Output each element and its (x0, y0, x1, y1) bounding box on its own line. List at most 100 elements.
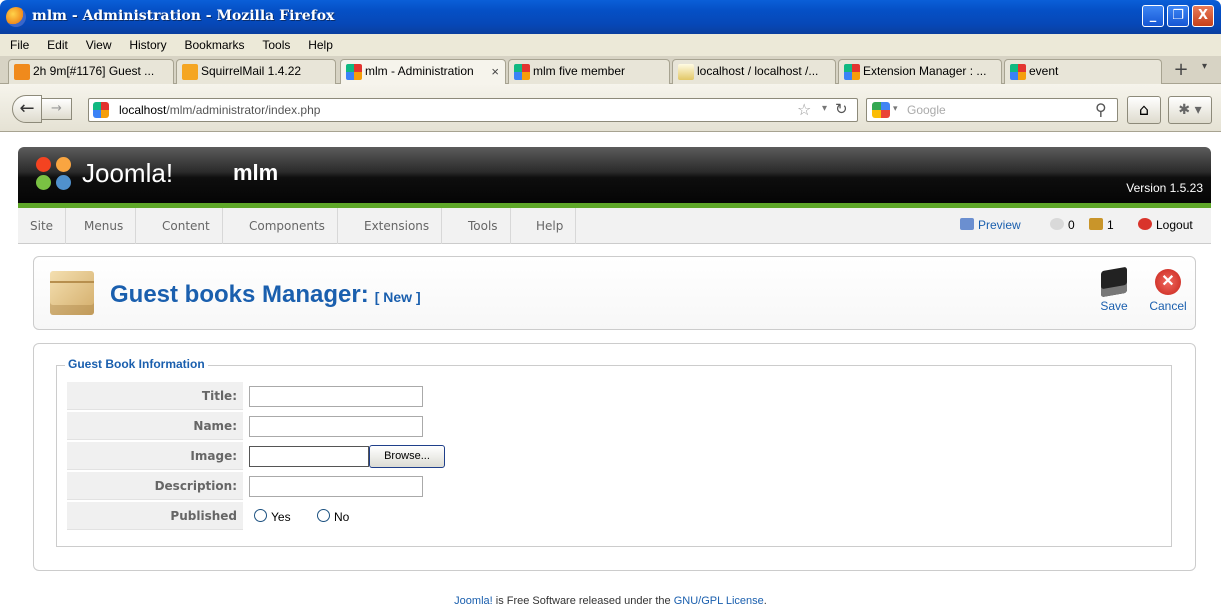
messages-count-label: 0 (1068, 218, 1075, 232)
page-title: Guest books Manager: [ New ] (110, 281, 421, 309)
admin-menu-components[interactable]: Components (237, 208, 338, 244)
description-row: Description: (67, 472, 1163, 502)
admin-menu-content[interactable]: Content (150, 208, 223, 244)
tab-bar: 2h 9m[#1176] Guest ... SquirrelMail 1.4.… (0, 56, 1221, 84)
address-path: /mlm/administrator/index.php (166, 103, 321, 117)
users-icon (1089, 218, 1103, 230)
preview-link[interactable]: Preview (960, 208, 1021, 244)
page-content: Joomla! mlm Version 1.5.23 Site Menus Co… (0, 133, 1221, 610)
image-file-input[interactable] (249, 446, 369, 467)
navigation-bar: ← → localhost/mlm/administrator/index.ph… (0, 84, 1221, 132)
footer-text: is Free Software released under the (492, 595, 674, 607)
gpl-license-link[interactable]: GNU/GPL License (674, 595, 764, 607)
close-window-button[interactable]: X (1192, 5, 1214, 27)
search-engine-dropdown-icon[interactable]: ▾ (893, 104, 898, 114)
tab-phpmyadmin[interactable]: localhost / localhost /... (672, 59, 836, 84)
save-button[interactable]: Save (1092, 266, 1136, 313)
page-title-text: Guest books Manager: (110, 281, 369, 308)
bookmark-star-icon[interactable]: ☆ (797, 100, 811, 119)
reload-icon[interactable]: ↻ (835, 100, 848, 118)
tab-mlm-five-member[interactable]: mlm five member (508, 59, 670, 84)
image-row: Image: Browse... (67, 442, 1163, 472)
tab-label: mlm - Administration (365, 64, 474, 78)
restore-button[interactable]: ❐ (1167, 5, 1189, 27)
tab-mlm-administration[interactable]: mlm - Administration × (340, 59, 506, 84)
admin-menu-site[interactable]: Site (18, 208, 67, 244)
joomla-brand: Joomla! (82, 158, 174, 188)
logout-icon (1138, 218, 1152, 230)
logout-label: Logout (1156, 218, 1193, 232)
published-yes-radio[interactable] (254, 509, 267, 522)
name-input[interactable] (249, 416, 423, 437)
description-input[interactable] (249, 476, 423, 497)
window-titlebar: mlm - Administration - Mozilla Firefox _… (0, 0, 1221, 34)
tab-close-icon[interactable]: × (491, 60, 499, 83)
joomla-icon (514, 64, 530, 80)
joomla-icon (1010, 64, 1026, 80)
menu-edit[interactable]: Edit (40, 34, 75, 52)
joomla-header: Joomla! mlm Version 1.5.23 (18, 147, 1211, 203)
published-no-radio[interactable] (317, 509, 330, 522)
footer-end: . (763, 595, 767, 607)
cpanel-icon (182, 64, 198, 80)
save-icon (1101, 266, 1127, 298)
logout-link[interactable]: Logout (1138, 208, 1193, 244)
admin-menu-menus[interactable]: Menus (72, 208, 137, 244)
minimize-button[interactable]: _ (1142, 5, 1164, 27)
tab-event[interactable]: event (1004, 59, 1162, 84)
published-no-label[interactable]: No (334, 510, 349, 524)
image-label: Image: (67, 442, 243, 470)
title-label: Title: (67, 382, 243, 410)
back-button[interactable]: ← (12, 95, 42, 123)
forward-button[interactable]: → (42, 98, 72, 120)
home-button[interactable]: ⌂ (1127, 96, 1161, 124)
guestbook-box-icon (50, 271, 94, 315)
menu-help[interactable]: Help (301, 34, 340, 52)
tab-label: SquirrelMail 1.4.22 (201, 64, 302, 78)
tab-list-icon[interactable]: ▾ (1202, 61, 1207, 72)
menu-bookmarks[interactable]: Bookmarks (177, 34, 251, 52)
search-box[interactable]: ▾ Google ⚲ (866, 98, 1118, 122)
history-dropdown-icon[interactable]: ▾ (822, 103, 827, 114)
users-count-label: 1 (1107, 218, 1114, 232)
addon-button[interactable]: ✱ ▾ (1168, 96, 1212, 124)
title-row: Title: (67, 382, 1163, 412)
tab-extension-manager[interactable]: Extension Manager : ... (838, 59, 1002, 84)
joomla-link[interactable]: Joomla! (454, 595, 493, 607)
version-label: Version 1.5.23 (1126, 181, 1203, 195)
users-online-count[interactable]: 1 (1089, 208, 1114, 244)
search-icon[interactable]: ⚲ (1095, 100, 1107, 119)
cancel-icon: ✕ (1155, 269, 1181, 295)
menu-view[interactable]: View (79, 34, 119, 52)
joomla-logo-icon (36, 157, 74, 193)
title-input[interactable] (249, 386, 423, 407)
admin-menu-tools[interactable]: Tools (456, 208, 511, 244)
menu-history[interactable]: History (122, 34, 173, 52)
toolbar-box: Guest books Manager: [ New ] Save ✕ Cance… (33, 256, 1196, 330)
tab-label: Extension Manager : ... (863, 64, 987, 78)
preview-icon (960, 218, 974, 230)
phpmyadmin-icon (678, 64, 694, 80)
new-tab-button[interactable]: + (1170, 60, 1192, 82)
published-yes-label[interactable]: Yes (271, 510, 291, 524)
messages-count[interactable]: 0 (1050, 208, 1075, 244)
save-label: Save (1100, 299, 1128, 313)
menu-tools[interactable]: Tools (255, 34, 297, 52)
tab-guest[interactable]: 2h 9m[#1176] Guest ... (8, 59, 174, 84)
tab-label: event (1029, 64, 1059, 78)
name-label: Name: (67, 412, 243, 440)
address-bar[interactable]: localhost/mlm/administrator/index.php ☆ … (88, 98, 858, 122)
google-icon[interactable] (872, 102, 890, 118)
tab-squirrelmail[interactable]: SquirrelMail 1.4.22 (176, 59, 336, 84)
site-identity-icon[interactable] (93, 102, 109, 118)
admin-menu: Site Menus Content Components Extensions… (18, 208, 1211, 244)
menu-file[interactable]: File (3, 34, 36, 52)
admin-menu-extensions[interactable]: Extensions (352, 208, 443, 244)
tab-label: 2h 9m[#1176] Guest ... (33, 64, 155, 78)
search-placeholder: Google (907, 103, 946, 117)
admin-menu-help[interactable]: Help (524, 208, 577, 244)
menu-bar: File Edit View History Bookmarks Tools H… (0, 34, 1221, 56)
browse-button[interactable]: Browse... (369, 445, 445, 468)
name-row: Name: (67, 412, 1163, 442)
cancel-button[interactable]: ✕ Cancel (1146, 269, 1190, 313)
